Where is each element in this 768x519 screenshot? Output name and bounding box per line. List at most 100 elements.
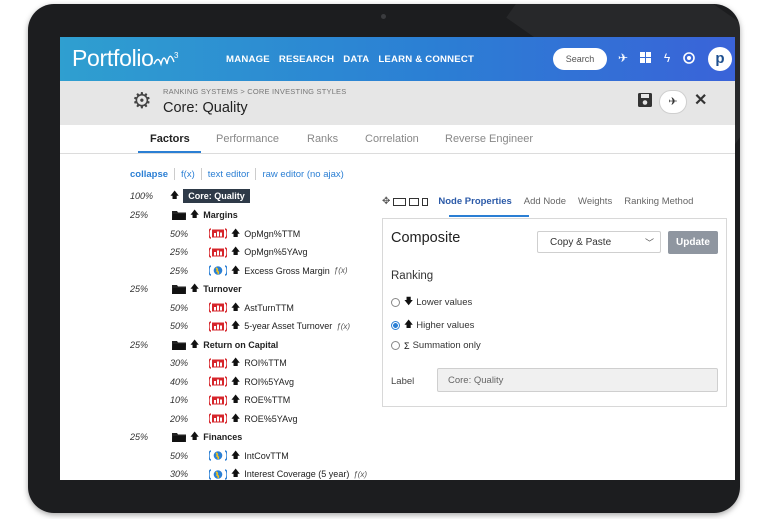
tree-group-node[interactable]: 🡅 Margins bbox=[172, 207, 238, 223]
raw-editor-link[interactable]: raw editor (no ajax) bbox=[262, 169, 343, 180]
tab-ranking-method[interactable]: Ranking Method bbox=[624, 196, 693, 207]
tree-factor-node[interactable]: 🡅 5-year Asset Turnover ƒ(x) bbox=[208, 318, 350, 334]
tree-toolbar: collapse f(x) text editor raw editor (no… bbox=[130, 168, 344, 180]
tab-correlation[interactable]: Correlation bbox=[365, 133, 419, 145]
update-button[interactable]: Update bbox=[668, 231, 718, 254]
factor-weight: 50% bbox=[170, 321, 189, 331]
ranking-label: Ranking bbox=[391, 270, 434, 282]
tab-performance[interactable]: Performance bbox=[216, 133, 279, 145]
nav-manage[interactable]: MANAGE bbox=[226, 54, 270, 65]
search-input[interactable]: Search bbox=[553, 48, 607, 70]
group-weight: 25% bbox=[130, 210, 149, 220]
divider bbox=[255, 168, 257, 180]
tree-group-node[interactable]: 🡅 Return on Capital bbox=[172, 337, 278, 353]
main-nav: MANAGE RESEARCH DATA LEARN & CONNECT bbox=[226, 54, 474, 65]
text-editor-link[interactable]: text editor bbox=[208, 169, 250, 180]
tree-factor-node[interactable]: 🡅 Excess Gross Margin ƒ(x) bbox=[208, 263, 348, 279]
radio-summation-only[interactable]: Σ Summation only bbox=[391, 340, 481, 351]
active-tab-indicator bbox=[138, 151, 201, 153]
tree-factor-node[interactable]: 🡅 ROE%TTM bbox=[208, 392, 290, 408]
factor-label: ROI%TTM bbox=[244, 358, 287, 368]
bar-chart-icon bbox=[208, 357, 228, 369]
factor-label: Interest Coverage (5 year) bbox=[244, 469, 350, 479]
node-properties-panel: Composite Copy & Paste ﹀ Update Ranking … bbox=[382, 218, 727, 407]
breadcrumb[interactable]: RANKING SYSTEMS > CORE INVESTING STYLES bbox=[163, 87, 346, 96]
up-arrow-icon: 🡅 bbox=[190, 338, 200, 349]
folder-icon bbox=[172, 432, 186, 442]
gear-icon[interactable]: ⚙ bbox=[132, 89, 152, 113]
nav-research[interactable]: RESEARCH bbox=[279, 54, 334, 65]
tree-factor-node[interactable]: 🡅 ROI%5YAvg bbox=[208, 374, 294, 390]
radio-lower-values[interactable]: 🡇 Lower values bbox=[391, 294, 472, 310]
page-header: ⚙ RANKING SYSTEMS > CORE INVESTING STYLE… bbox=[60, 81, 735, 125]
factor-weight: 20% bbox=[170, 413, 189, 424]
radio-button[interactable] bbox=[391, 320, 400, 330]
page-title: Core: Quality bbox=[163, 100, 248, 116]
up-arrow-icon: 🡅 bbox=[231, 468, 241, 478]
root-node-label[interactable]: Core: Quality bbox=[183, 189, 250, 203]
radio-button[interactable] bbox=[391, 297, 400, 307]
pin-icon[interactable]: ✈ bbox=[615, 50, 631, 66]
nav-learn-connect[interactable]: LEARN & CONNECT bbox=[378, 54, 474, 65]
tab-add-node[interactable]: Add Node bbox=[524, 196, 566, 207]
radio-label: Lower values bbox=[416, 296, 473, 308]
group-label: Margins bbox=[203, 210, 238, 220]
nav-data[interactable]: DATA bbox=[343, 54, 369, 65]
tab-node-properties[interactable]: Node Properties bbox=[438, 196, 511, 207]
tree-factor-node[interactable]: 🡅 ROE%5YAvg bbox=[208, 411, 298, 427]
label-input[interactable]: Core: Quality bbox=[437, 368, 718, 392]
grid-icon[interactable] bbox=[637, 50, 653, 67]
formula-badge: ƒ(x) bbox=[333, 266, 348, 275]
tree-factor-node[interactable]: 🡅 AstTurnTTM bbox=[208, 300, 294, 316]
factor-label: ROE%5YAvg bbox=[244, 413, 298, 424]
layout-wide-icon[interactable] bbox=[393, 197, 407, 206]
save-icon[interactable] bbox=[637, 92, 653, 108]
app-logo[interactable]: Portfolio bbox=[72, 45, 154, 72]
radio-label: Summation only bbox=[412, 340, 481, 351]
tree-factor-node[interactable]: 🡅 OpMgn%5YAvg bbox=[208, 244, 308, 260]
avatar[interactable]: p bbox=[708, 47, 732, 71]
layout-narrow-icon[interactable] bbox=[422, 197, 429, 206]
tab-ranks[interactable]: Ranks bbox=[307, 133, 338, 145]
layout-medium-icon[interactable] bbox=[409, 197, 420, 206]
up-arrow-icon: 🡅 bbox=[190, 431, 200, 441]
action-select[interactable]: Copy & Paste ﹀ bbox=[537, 231, 661, 253]
factor-label: 5-year Asset Turnover bbox=[244, 321, 333, 331]
factor-label: ROI%5YAvg bbox=[244, 376, 294, 387]
tree-group-node[interactable]: 🡅 Finances bbox=[172, 429, 242, 445]
tab-factors[interactable]: Factors bbox=[150, 133, 190, 145]
globe-icon bbox=[208, 468, 228, 480]
lightning-icon[interactable]: ϟ bbox=[659, 50, 675, 66]
action-select-value: Copy & Paste bbox=[550, 237, 612, 248]
tree-factor-node[interactable]: 🡅 IntCovTTM bbox=[208, 448, 289, 464]
factor-label: OpMgn%5YAvg bbox=[244, 247, 308, 257]
help-icon[interactable] bbox=[681, 50, 697, 68]
fx-link[interactable]: f(x) bbox=[181, 169, 195, 180]
group-weight: 25% bbox=[130, 339, 149, 350]
label-caption: Label bbox=[391, 376, 415, 387]
up-arrow-icon: 🡅 bbox=[231, 449, 241, 460]
close-icon[interactable]: ✕ bbox=[694, 90, 707, 112]
tab-reverse-engineer[interactable]: Reverse Engineer bbox=[445, 133, 533, 145]
app-screen: Portfolio 3 MANAGE RESEARCH DATA LEARN &… bbox=[60, 37, 735, 480]
radio-higher-values[interactable]: 🡅 Higher values bbox=[391, 317, 474, 333]
up-arrow-icon: 🡅 bbox=[404, 319, 414, 329]
tab-weights[interactable]: Weights bbox=[578, 196, 612, 207]
factor-weight: 30% bbox=[170, 469, 189, 479]
tree-root-node[interactable]: 🡅 Core: Quality bbox=[170, 188, 250, 204]
bar-chart-icon bbox=[208, 246, 228, 258]
bar-chart-icon bbox=[208, 228, 228, 239]
radio-button[interactable] bbox=[391, 341, 400, 350]
move-icon[interactable]: ✥ bbox=[382, 196, 390, 207]
tree-factor-node[interactable]: 🡅 ROI%TTM bbox=[208, 355, 287, 371]
tree-factor-node[interactable]: 🡅 Interest Coverage (5 year) ƒ(x) bbox=[208, 466, 367, 480]
up-arrow-icon: 🡅 bbox=[231, 301, 241, 312]
up-arrow-icon: 🡅 bbox=[231, 412, 241, 423]
pin-button[interactable]: ✈ bbox=[659, 90, 687, 114]
collapse-link[interactable]: collapse bbox=[130, 169, 168, 180]
up-arrow-icon: 🡅 bbox=[190, 283, 200, 293]
tree-group-node[interactable]: 🡅 Turnover bbox=[172, 281, 242, 297]
up-arrow-icon: 🡅 bbox=[231, 394, 241, 404]
tree-factor-node[interactable]: 🡅 OpMgn%TTM bbox=[208, 226, 301, 242]
factor-label: OpMgn%TTM bbox=[244, 228, 301, 239]
